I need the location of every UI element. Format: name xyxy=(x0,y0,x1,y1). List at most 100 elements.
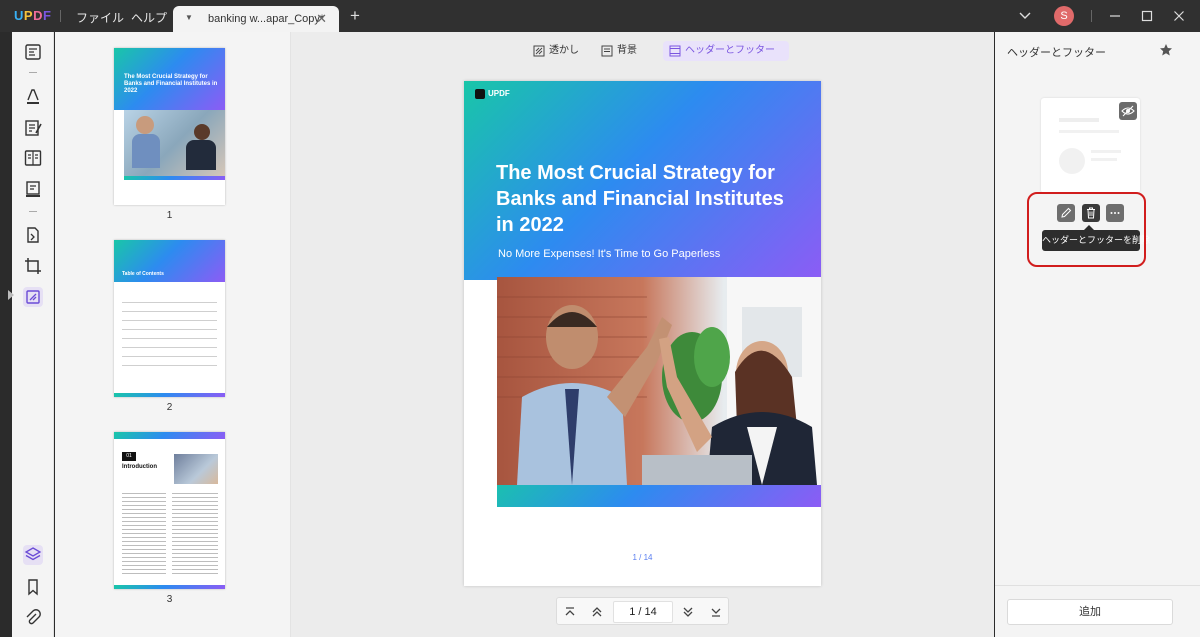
crop-icon xyxy=(25,258,41,274)
tab-title: banking w...apar_Copy* xyxy=(208,13,325,25)
thumbnail-number-3: 3 xyxy=(166,594,173,605)
previous-page-icon[interactable] xyxy=(590,605,604,619)
add-button[interactable]: 追加 xyxy=(1007,599,1173,625)
thumbnail-bottom-band xyxy=(114,585,225,589)
toolbar-divider xyxy=(29,72,37,73)
title-separator-2 xyxy=(1091,10,1092,22)
total-pages: 14 xyxy=(644,606,657,618)
thumbnail-chapter-badge: 01 xyxy=(122,452,136,461)
thumbnail-text-column-1 xyxy=(122,490,166,576)
thumbnail-photo xyxy=(174,454,218,484)
left-toolbar xyxy=(12,32,54,637)
header-footer-icon xyxy=(669,45,681,57)
thumbnail-number-1: 1 xyxy=(166,210,173,221)
minimize-icon[interactable] xyxy=(1107,8,1123,24)
chevron-down-icon[interactable] xyxy=(1017,7,1033,23)
page-subtitle: No More Expenses! It's Time to Go Paperl… xyxy=(498,248,721,260)
next-page-icon[interactable] xyxy=(681,605,695,619)
office-high-five-image xyxy=(497,277,821,485)
background-label: 背景 xyxy=(617,45,637,56)
tab-dropdown-icon[interactable]: ▼ xyxy=(185,13,193,22)
comment-tool[interactable] xyxy=(23,86,43,106)
eye-off-icon xyxy=(1121,105,1135,117)
reader-icon xyxy=(25,44,41,60)
star-icon[interactable] xyxy=(1159,43,1173,57)
thumbnail-page-1[interactable]: The Most Crucial Strategy for Banks and … xyxy=(114,48,225,205)
menu-file[interactable]: ファイル xyxy=(76,9,124,26)
fill-sign-icon xyxy=(26,181,40,197)
watermark-button[interactable]: 透かし xyxy=(527,41,579,61)
thumbnail-page-3[interactable]: 01 Introduction xyxy=(114,432,225,589)
page-tools-icon xyxy=(26,290,40,304)
page-number-input[interactable]: 1 / 14 xyxy=(613,601,673,623)
thumbnail-bottom-band xyxy=(124,176,225,180)
menu-help[interactable]: ヘルプ xyxy=(131,9,167,26)
bookmark-icon xyxy=(28,579,38,596)
app-logo: UPDF xyxy=(14,8,52,23)
template-preview-line xyxy=(1059,118,1099,122)
thumbnail-title: The Most Crucial Strategy for Banks and … xyxy=(124,74,218,94)
thumbnail-panel: The Most Crucial Strategy for Banks and … xyxy=(55,32,291,637)
crop-tool[interactable] xyxy=(23,256,43,276)
layers-icon xyxy=(24,547,42,561)
thumbnail-title: Introduction xyxy=(122,464,157,470)
reader-tool[interactable] xyxy=(23,42,43,62)
cover-photo-area xyxy=(497,277,821,507)
tab-close-icon[interactable]: ✕ xyxy=(316,11,327,27)
title-bar: UPDF ファイル ヘルプ ▼ banking w...apar_Copy* ✕… xyxy=(0,0,1200,32)
panel-title: ヘッダーとフッター xyxy=(1007,47,1106,59)
thumbnail-photo-person-2 xyxy=(194,124,210,140)
first-page-icon[interactable] xyxy=(563,605,577,619)
panel-divider xyxy=(995,585,1200,586)
document-view: 透かし 背景 ヘッダーとフッター UPDF The Most Crucial S… xyxy=(291,32,994,637)
thumbnail-top-band xyxy=(114,432,225,439)
watermark-icon xyxy=(533,45,545,57)
thumbnail-title: Table of Contents xyxy=(122,271,164,277)
title-separator xyxy=(60,10,61,22)
avatar[interactable]: S xyxy=(1054,6,1074,26)
attachment-icon xyxy=(26,609,41,625)
background-button[interactable]: 背景 xyxy=(595,41,637,61)
bookmark-tool[interactable] xyxy=(23,577,43,597)
edit-text-icon xyxy=(25,120,42,136)
last-page-icon[interactable] xyxy=(709,605,723,619)
watermark-label: 透かし xyxy=(549,45,579,56)
pdf-page[interactable]: UPDF The Most Crucial Strategy for Banks… xyxy=(464,81,821,586)
convert-icon xyxy=(27,227,39,243)
current-page: 1 xyxy=(629,606,636,618)
thumbnail-photo xyxy=(124,110,225,180)
page-brand: UPDF xyxy=(475,89,510,99)
header-footer-panel: ヘッダーとフッター ヘッダーとフッターを削除 追加 xyxy=(995,32,1200,637)
convert-tool[interactable] xyxy=(23,225,43,245)
updf-window: UPDF ファイル ヘルプ ▼ banking w...apar_Copy* ✕… xyxy=(0,0,1200,637)
document-tab[interactable]: ▼ banking w...apar_Copy* ✕ xyxy=(173,6,339,32)
thumbnail-text-column-2 xyxy=(172,490,218,576)
thumbnail-bottom-band xyxy=(114,393,225,397)
new-tab-icon[interactable]: + xyxy=(350,6,360,26)
template-preview-image xyxy=(1059,148,1085,174)
attachment-tool[interactable] xyxy=(23,608,43,628)
header-footer-button[interactable]: ヘッダーとフッター xyxy=(663,41,789,61)
header-footer-template-card[interactable] xyxy=(1041,98,1140,193)
hide-template-button[interactable] xyxy=(1119,102,1137,120)
page-number-footer: 1 / 14 xyxy=(632,553,653,562)
annotation-highlight xyxy=(1027,192,1146,267)
page-tools-tool[interactable] xyxy=(23,287,43,307)
organize-pages-tool[interactable] xyxy=(23,148,43,168)
thumbnail-photo-jacket xyxy=(186,140,216,170)
template-preview-line-3 xyxy=(1091,150,1121,153)
thumbnail-toc-lines xyxy=(122,294,217,368)
layers-tool[interactable] xyxy=(23,545,43,565)
page-navigation: 1 / 14 xyxy=(556,597,729,625)
header-footer-label: ヘッダーとフッター xyxy=(685,45,775,56)
maximize-icon[interactable] xyxy=(1139,8,1155,24)
fill-sign-tool[interactable] xyxy=(23,179,43,199)
edit-text-tool[interactable] xyxy=(23,118,43,138)
page-title: The Most Crucial Strategy for Banks and … xyxy=(496,162,784,236)
template-preview-line-2 xyxy=(1059,130,1119,133)
close-window-icon[interactable] xyxy=(1171,8,1187,24)
template-preview-line-4 xyxy=(1091,158,1117,161)
expand-panel-icon[interactable] xyxy=(8,290,14,300)
cover-photo xyxy=(497,277,821,485)
thumbnail-page-2[interactable]: Table of Contents xyxy=(114,240,225,397)
